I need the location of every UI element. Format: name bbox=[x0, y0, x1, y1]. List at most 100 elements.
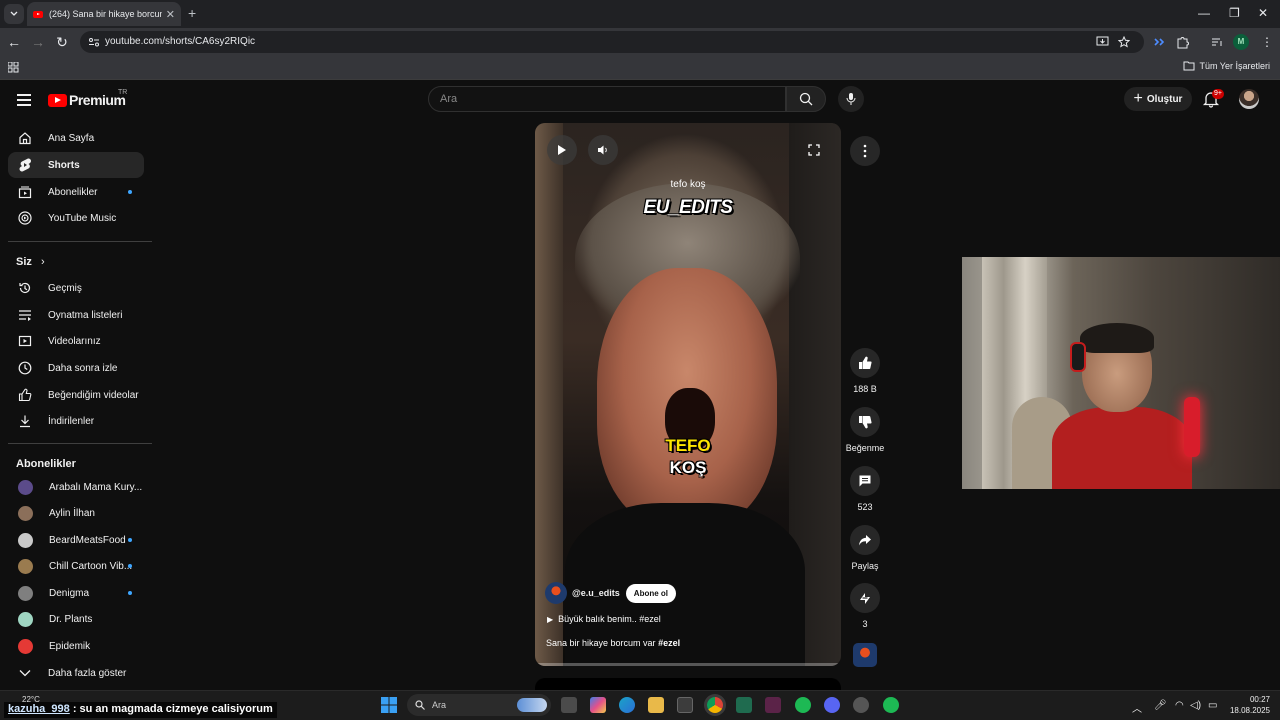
channel-avatar bbox=[18, 638, 33, 654]
battery-icon[interactable]: ▭ bbox=[1208, 700, 1217, 711]
omnibox[interactable]: youtube.com/shorts/CA6sy2RIQic bbox=[80, 31, 1144, 53]
chrome-icon[interactable] bbox=[707, 697, 723, 713]
search-button[interactable] bbox=[786, 86, 826, 112]
sidebar-item-label: Aylin İlhan bbox=[49, 507, 95, 519]
share-button[interactable]: Paylaş bbox=[844, 525, 886, 571]
shorts-video-player[interactable]: tefo koş EU_EDITS TEFO KOŞ @e.u_edits Ab… bbox=[535, 123, 841, 666]
taskbar-search[interactable]: Ara bbox=[407, 694, 551, 716]
hamburger-menu-icon[interactable] bbox=[17, 94, 31, 109]
subscriptions-icon bbox=[18, 185, 32, 199]
discord-icon[interactable] bbox=[824, 697, 840, 713]
video-progress-bar[interactable] bbox=[535, 663, 841, 666]
sidebar-sub-channel[interactable]: Aylin İlhan bbox=[8, 500, 144, 526]
puzzle-icon[interactable] bbox=[1176, 35, 1190, 49]
channel-handle[interactable]: @e.u_edits bbox=[572, 588, 620, 598]
like-button[interactable]: 188 B bbox=[844, 348, 886, 394]
dislike-button[interactable]: Beğenme bbox=[844, 407, 886, 453]
sidebar-item-watch-later[interactable]: Daha sonra izle bbox=[8, 355, 144, 381]
tray-overflow-icon[interactable]: ︿ bbox=[1132, 700, 1142, 715]
youtube-premium-logo[interactable]: Premium TR bbox=[48, 89, 127, 108]
create-button[interactable]: + Oluştur bbox=[1124, 87, 1192, 111]
folder-icon bbox=[1183, 61, 1195, 71]
task-view-icon[interactable] bbox=[561, 697, 577, 713]
restore-button[interactable]: ❐ bbox=[1229, 6, 1240, 20]
edge-icon[interactable] bbox=[619, 697, 635, 713]
copilot-icon[interactable] bbox=[590, 697, 606, 713]
sidebar-sub-channel[interactable]: Chill Cartoon Vib... bbox=[8, 553, 144, 579]
new-content-dot bbox=[128, 591, 132, 595]
remix-button[interactable]: 3 bbox=[844, 583, 886, 629]
logo-text: Premium bbox=[69, 92, 126, 108]
all-bookmarks-button[interactable]: Tüm Yer İşaretleri bbox=[1183, 61, 1270, 71]
sidebar-sub-channel[interactable]: Denigma bbox=[8, 580, 144, 606]
close-window-button[interactable]: ✕ bbox=[1258, 6, 1268, 20]
sidebar-item-home[interactable]: Ana Sayfa bbox=[8, 125, 144, 151]
forward-button[interactable]: → bbox=[30, 34, 46, 50]
description-hashtag[interactable]: #ezel bbox=[658, 638, 680, 648]
browser-tab[interactable]: (264) Sana bir hikaye borcum var ✕ bbox=[27, 2, 181, 26]
chevron-down-icon bbox=[10, 11, 18, 16]
channel-avatar[interactable] bbox=[545, 582, 567, 604]
taskbar-clock[interactable]: 00:27 18.08.2025 bbox=[1230, 694, 1270, 716]
new-tab-button[interactable]: + bbox=[188, 6, 196, 20]
video-caption-yellow: TEFO bbox=[665, 436, 711, 455]
voice-search-button[interactable] bbox=[838, 86, 864, 112]
sidebar-item-playlists[interactable]: Oynatma listeleri bbox=[8, 302, 144, 328]
sidebar-item-liked-videos[interactable]: Beğendiğim videolar bbox=[8, 382, 144, 408]
youtube-favicon-icon bbox=[33, 10, 43, 18]
spotify-icon[interactable] bbox=[883, 697, 899, 713]
search-icon bbox=[415, 700, 425, 710]
reload-button[interactable]: ↻ bbox=[54, 34, 70, 50]
speaker-icon[interactable]: ◁) bbox=[1190, 700, 1201, 711]
app-icon[interactable] bbox=[853, 697, 869, 713]
search-input[interactable]: Ara bbox=[428, 86, 786, 112]
play-button[interactable] bbox=[547, 135, 577, 165]
subscribe-button[interactable]: Abone ol bbox=[625, 583, 677, 603]
tab-search-button[interactable] bbox=[4, 4, 24, 24]
sound-link[interactable]: ▶ Büyük balık benim.. #ezel bbox=[547, 614, 661, 624]
user-avatar[interactable] bbox=[1239, 89, 1259, 109]
sidebar-item-your-videos[interactable]: Videolarınız bbox=[8, 328, 144, 354]
thumbs-up-icon bbox=[859, 356, 872, 370]
sidebar-sub-channel[interactable]: BeardMeatsFood bbox=[8, 527, 144, 553]
fullscreen-button[interactable] bbox=[799, 135, 829, 165]
wifi-icon[interactable]: ◠ bbox=[1175, 700, 1184, 711]
sidebar-item-youtube-music[interactable]: YouTube Music bbox=[8, 205, 144, 231]
spotify-icon[interactable] bbox=[795, 697, 811, 713]
tab-close-icon[interactable]: ✕ bbox=[166, 8, 175, 21]
windows-start-icon[interactable] bbox=[381, 697, 397, 713]
site-info-icon bbox=[89, 38, 99, 47]
menu-kebab-icon[interactable]: ⋮ bbox=[1260, 35, 1274, 49]
sidebar-sub-channel[interactable]: Arabalı Mama Kury... bbox=[8, 474, 144, 500]
app-icon[interactable] bbox=[736, 697, 752, 713]
apps-grid-icon[interactable] bbox=[8, 62, 19, 73]
sidebar-item-subscriptions[interactable]: Abonelikler bbox=[8, 179, 144, 205]
channel-avatar bbox=[18, 505, 33, 521]
minimize-button[interactable]: — bbox=[1198, 6, 1210, 20]
back-button[interactable]: ← bbox=[6, 34, 22, 50]
sidebar: Ana Sayfa Shorts Abonelikler YouTube Mus… bbox=[0, 118, 152, 690]
sidebar-item-history[interactable]: Geçmiş bbox=[8, 275, 144, 301]
next-short-preview[interactable] bbox=[535, 678, 841, 690]
media-control-icon[interactable] bbox=[1210, 35, 1224, 49]
volume-icon bbox=[598, 145, 607, 155]
you-section-heading[interactable]: Siz › bbox=[16, 256, 45, 268]
app-icon[interactable] bbox=[765, 697, 781, 713]
profile-button[interactable]: M bbox=[1233, 34, 1249, 50]
sidebar-item-downloads[interactable]: İndirilenler bbox=[8, 408, 144, 434]
sidebar-item-shorts[interactable]: Shorts bbox=[8, 152, 144, 178]
headset-icon bbox=[1070, 342, 1086, 372]
extension-icon[interactable] bbox=[1152, 35, 1166, 49]
youtube-logo-icon bbox=[48, 93, 67, 107]
more-options-button[interactable] bbox=[850, 136, 880, 166]
subscriptions-heading: Abonelikler bbox=[16, 458, 76, 470]
show-more-button[interactable]: Daha fazla göster bbox=[8, 660, 144, 686]
sidebar-sub-channel[interactable]: Dr. Plants bbox=[8, 606, 144, 632]
comments-button[interactable]: 523 bbox=[844, 466, 886, 512]
sound-source-thumbnail[interactable] bbox=[853, 643, 877, 667]
store-icon[interactable] bbox=[677, 697, 693, 713]
tray-microphone-icon[interactable]: 🎤︎ bbox=[1154, 700, 1167, 711]
file-explorer-icon[interactable] bbox=[648, 697, 664, 713]
volume-button[interactable] bbox=[588, 135, 618, 165]
sidebar-sub-channel[interactable]: Epidemik bbox=[8, 633, 144, 659]
